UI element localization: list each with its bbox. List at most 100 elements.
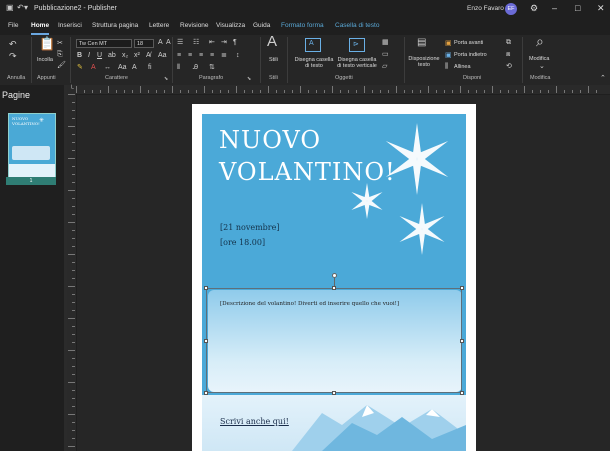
draw-vertical-textbox-icon[interactable]: ⊳ xyxy=(349,38,365,52)
format-painter-icon[interactable]: 🖌 xyxy=(57,62,66,70)
ruler-tick xyxy=(380,90,381,93)
text-direction-icon[interactable]: ⇅ xyxy=(209,64,215,72)
undo-icon[interactable]: ↶ xyxy=(17,3,24,12)
tab-lettere[interactable]: Lettere xyxy=(149,22,169,29)
bring-forward-icon[interactable]: ▣ xyxy=(445,39,452,47)
ruler-corner-icon[interactable]: └ xyxy=(67,85,76,94)
vertical-ruler[interactable] xyxy=(67,94,76,451)
draw-textbox-icon[interactable]: A xyxy=(305,38,321,52)
draw-textbox-button[interactable]: Disegna casella di testo xyxy=(294,57,334,69)
bring-forward-button[interactable]: Porta avanti xyxy=(454,40,483,46)
justify-icon[interactable]: ≡ xyxy=(210,52,214,60)
horizontal-ruler[interactable] xyxy=(76,85,610,94)
grow-font-icon[interactable]: A xyxy=(158,39,163,47)
line-spacing-icon[interactable]: ↕ xyxy=(236,52,240,60)
flyer-title-line2[interactable]: VOLANTINO! xyxy=(219,158,396,186)
ribbon-options-icon[interactable]: ⚙ xyxy=(530,3,538,14)
resize-handle[interactable] xyxy=(460,339,464,343)
ligature-icon[interactable]: fi xyxy=(148,64,152,72)
character-spacing-icon[interactable]: ↔ xyxy=(104,64,111,72)
redo-icon[interactable]: ↷ xyxy=(9,52,17,61)
styles-aa-icon[interactable]: Aa xyxy=(158,52,167,60)
send-backward-button[interactable]: Porta indietro xyxy=(454,52,487,58)
paragraph-mark-icon[interactable]: ¶ xyxy=(233,39,237,47)
columns-icon[interactable]: ⫴ xyxy=(177,64,180,72)
find-icon[interactable]: ⌕ xyxy=(536,34,544,48)
align-objects-icon[interactable]: ⫼ xyxy=(445,63,448,71)
superscript-icon[interactable]: x² xyxy=(134,52,140,60)
text-effects-icon[interactable]: A xyxy=(132,64,137,72)
chevron-down-icon[interactable]: ⌄ xyxy=(539,63,545,71)
resize-handle[interactable] xyxy=(332,286,336,290)
styles-icon[interactable]: A xyxy=(267,34,277,49)
picture-icon[interactable]: ▭ xyxy=(382,51,389,59)
change-case-icon[interactable]: Aa xyxy=(118,64,127,72)
paste-icon[interactable]: 📋 xyxy=(39,37,55,50)
undo-icon[interactable]: ↶ xyxy=(9,40,17,49)
increase-indent-icon[interactable]: ⇥ xyxy=(221,39,227,47)
dialog-launcher-icon[interactable]: ⬊ xyxy=(164,76,168,82)
underline-icon[interactable]: U xyxy=(97,52,102,60)
bullets-icon[interactable]: ☰ xyxy=(177,39,183,47)
rotate-icon[interactable]: ⟲ xyxy=(506,63,512,71)
flyer-date[interactable]: [21 novembre] xyxy=(220,223,279,232)
distribute-icon[interactable]: ≣ xyxy=(221,52,227,60)
tab-formato-forma[interactable]: Formato forma xyxy=(281,22,324,29)
flyer-footer-text[interactable]: Scrivi anche qui! xyxy=(220,417,289,426)
tab-inserisci[interactable]: Inserisci xyxy=(58,22,82,29)
modifica-button-label[interactable]: Modifica xyxy=(529,56,549,62)
font-color-icon[interactable]: A xyxy=(91,64,96,72)
wrap-text-icon[interactable]: ▤ xyxy=(417,38,426,48)
highlight-icon[interactable]: ✎ xyxy=(77,64,83,72)
resize-handle[interactable] xyxy=(204,339,208,343)
italic-icon[interactable]: I xyxy=(88,52,90,60)
tab-revisione[interactable]: Revisione xyxy=(180,22,209,29)
draw-vertical-textbox-button[interactable]: Disegna casella di testo verticale xyxy=(335,57,379,69)
tab-home[interactable]: Home xyxy=(31,22,49,29)
close-button[interactable]: ✕ xyxy=(597,3,605,14)
subscript-icon[interactable]: x₂ xyxy=(122,52,128,60)
tab-struttura-pagina[interactable]: Struttura pagina xyxy=(92,22,138,29)
resize-handle[interactable] xyxy=(460,286,464,290)
strikethrough-icon[interactable]: ab xyxy=(108,52,116,60)
collapse-ribbon-icon[interactable]: ⌃ xyxy=(600,74,606,82)
shrink-font-icon[interactable]: A xyxy=(166,39,171,47)
tab-visualizza[interactable]: Visualizza xyxy=(216,22,245,29)
group-objects-icon[interactable]: ⧉ xyxy=(506,39,511,47)
send-backward-icon[interactable]: ▣ xyxy=(445,51,452,59)
user-name[interactable]: Enzo Favaro xyxy=(467,5,504,12)
tab-guida[interactable]: Guida xyxy=(253,22,270,29)
shapes-icon[interactable]: ▱ xyxy=(382,63,387,71)
align-left-icon[interactable]: ≡ xyxy=(177,52,181,60)
flyer-time[interactable]: [ore 18.00] xyxy=(220,238,265,247)
resize-handle[interactable] xyxy=(204,286,208,290)
save-icon[interactable]: ▣ xyxy=(6,3,14,12)
wrap-text-button[interactable]: Disposizione testo xyxy=(406,56,442,68)
decrease-indent-icon[interactable]: ⇤ xyxy=(209,39,215,47)
align-right-icon[interactable]: ≡ xyxy=(199,52,203,60)
avatar[interactable]: EF xyxy=(505,3,517,15)
font-name-select[interactable]: Tw Cen MT xyxy=(76,39,132,48)
selection-frame[interactable] xyxy=(206,288,462,393)
paste-button-label[interactable]: Incolla xyxy=(37,57,53,63)
flyer-title-line1[interactable]: NUOVO xyxy=(219,126,321,154)
ungroup-icon[interactable]: ⧈ xyxy=(506,51,510,59)
drop-cap-icon[interactable]: Ꭿ xyxy=(193,64,198,72)
table-icon[interactable]: ▦ xyxy=(382,39,389,47)
numbering-icon[interactable]: ☷ xyxy=(193,39,199,47)
clear-formatting-icon[interactable]: A̸ xyxy=(146,52,151,60)
tab-file[interactable]: File xyxy=(8,22,18,29)
bold-icon[interactable]: B xyxy=(77,52,82,60)
align-button[interactable]: Allinea xyxy=(454,64,471,70)
copy-icon[interactable]: ⎘ xyxy=(57,51,63,59)
page-thumbnail[interactable]: NUOVO VOLANTINO! ✳ xyxy=(8,113,56,179)
cut-icon[interactable]: ✂ xyxy=(57,40,63,48)
qat-more-icon[interactable]: ▾ xyxy=(24,3,28,12)
minimize-button[interactable]: – xyxy=(552,3,557,13)
dialog-launcher-icon[interactable]: ⬊ xyxy=(247,76,251,82)
align-center-icon[interactable]: ≡ xyxy=(188,52,192,60)
font-size-select[interactable]: 18 xyxy=(134,39,154,48)
maximize-button[interactable]: □ xyxy=(575,3,580,13)
styles-button-label[interactable]: Stili xyxy=(269,57,278,63)
tab-casella-di-testo[interactable]: Casella di testo xyxy=(335,22,379,29)
